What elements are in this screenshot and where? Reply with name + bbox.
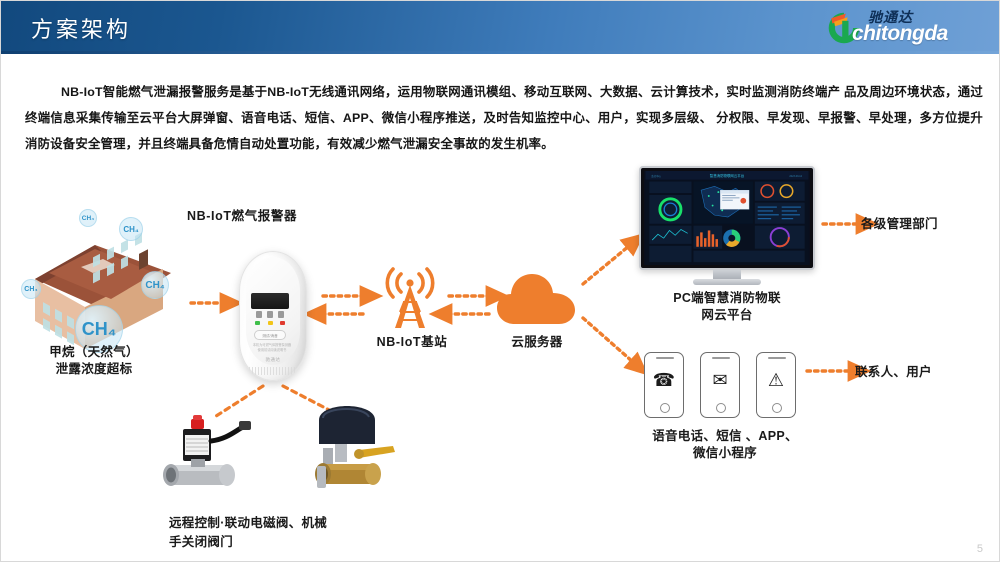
envelope-icon: ✉ — [712, 370, 728, 390]
logo-english-name: chitongda — [852, 22, 948, 45]
phone-home-button — [772, 403, 782, 413]
slide-root: 方案架构 驰通达 chitongda NB-IoT智能燃气泄漏报警服务是基于NB… — [0, 0, 1000, 562]
alarm-vents — [249, 367, 297, 375]
alarm-display-screen — [251, 293, 289, 309]
paragraph-text: NB-IoT智能燃气泄漏报警服务是基于NB-IoT无线通讯网络，运用物联网通讯模… — [25, 85, 983, 151]
ch4-bubble: CH₄ — [119, 217, 143, 241]
cell-tower-icon — [379, 258, 441, 330]
cloud-server-icon — [497, 266, 575, 326]
alert-triangle-icon: ⚠ — [767, 370, 785, 390]
phone-speaker — [768, 357, 786, 359]
label-house: 甲烷（天然气） 泄露浓度超标 — [49, 345, 139, 376]
monitor-bezel: 智慧消防物联网云平台 监控中心 2023-09-12 — [639, 166, 815, 270]
phone-sms: ✉ — [700, 352, 740, 418]
phone-voice-call: ☎ — [644, 352, 684, 418]
arrow-cloud-to-monitor — [581, 233, 645, 286]
gas-alarm-device-icon: 测试/消音 本机为可燃气体报警探测器 使用前请阅读说明书 驰通达 — [239, 251, 307, 381]
alarm-test-button[interactable]: 测试/消音 — [254, 330, 286, 340]
mobile-phones-icon: ☎ ✉ ⚠ — [644, 352, 799, 424]
monitor-base — [693, 279, 761, 285]
desktop-monitor-icon: 智慧消防物联网云平台 监控中心 2023-09-12 — [639, 166, 815, 288]
label-cloud: 云服务器 — [511, 335, 563, 349]
header-underline — [1, 51, 999, 54]
dashboard-screen: 智慧消防物联网云平台 监控中心 2023-09-12 — [644, 171, 810, 265]
brand-logo: 驰通达 chitongda — [826, 6, 991, 48]
ch4-bubble: CH₄ — [21, 279, 41, 299]
alarm-caption-line2: 使用前请阅读说明书 — [257, 348, 287, 352]
intro-paragraph: NB-IoT智能燃气泄漏报警服务是基于NB-IoT无线通讯网络，运用物联网通讯模… — [25, 79, 983, 157]
house-gas-leak-icon: CH₄ CH₄ CH₄ CH₄ CH₄ — [21, 209, 183, 361]
phone-app-alert: ⚠ — [756, 352, 796, 418]
solenoid-valve-icon — [161, 411, 253, 497]
ch4-bubble: CH₄ — [79, 209, 97, 227]
phone-home-button — [716, 403, 726, 413]
arrow-cloud-to-phones — [581, 316, 649, 376]
page-number: 5 — [976, 543, 983, 555]
label-contacts-users: 联系人、用户 — [855, 365, 932, 379]
phone-home-button — [660, 403, 670, 413]
svg-text:智慧消防物联网云平台: 智慧消防物联网云平台 — [710, 173, 745, 178]
alarm-digits — [253, 311, 287, 318]
label-admin-departments: 各级管理部门 — [861, 217, 938, 231]
ch4-bubble: CH₄ — [141, 271, 169, 299]
label-tower: NB-IoT基站 — [376, 335, 448, 349]
svg-text:监控中心: 监控中心 — [651, 174, 661, 178]
page-title: 方案架构 — [31, 17, 132, 42]
label-notification-channels: 语音电话、短信 、APP、 微信小程序 — [652, 429, 798, 460]
call-icon: ☎ — [652, 370, 676, 390]
svg-text:2023-09-12: 2023-09-12 — [789, 175, 802, 178]
phone-speaker — [656, 357, 674, 359]
label-monitor: PC端智慧消防物联 网云平台 — [673, 291, 781, 322]
alarm-status-leds — [255, 321, 285, 325]
motorized-ball-valve-icon — [301, 406, 401, 498]
label-valves: 远程控制·联动电磁阀、机械 手关闭阀门 — [169, 516, 328, 549]
phone-speaker — [712, 357, 730, 359]
label-alarm-device: NB-IoT燃气报警器 — [187, 209, 298, 223]
architecture-diagram: CH₄ CH₄ CH₄ CH₄ CH₄ 甲烷（天然气） 泄露浓度超标 NB-Io… — [1, 166, 999, 561]
alarm-brand-text: 驰通达 — [265, 357, 281, 362]
